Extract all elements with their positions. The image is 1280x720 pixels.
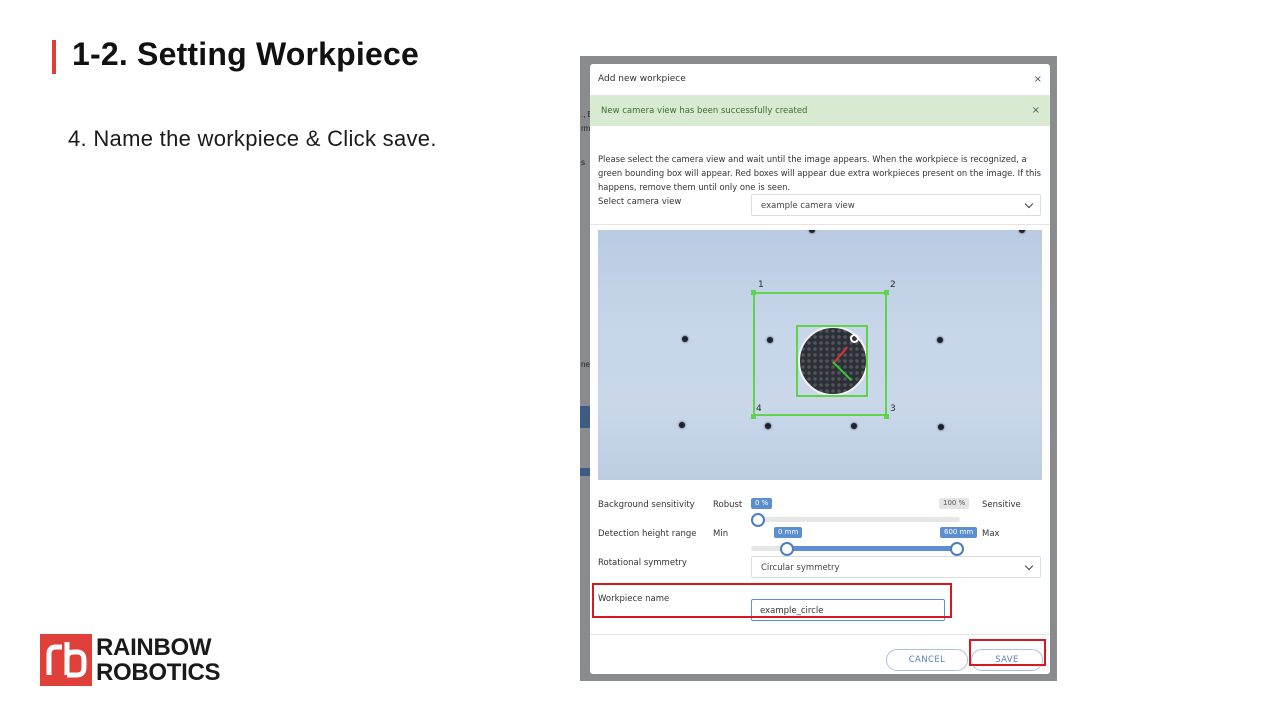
app-screenshot: ., E rm s ne Add new workpiece × New cam… — [580, 56, 1057, 681]
rotational-symmetry-value: Circular symmetry — [761, 563, 840, 573]
sensitive-label: Sensitive — [982, 500, 1021, 510]
corner-label: 4 — [756, 404, 762, 414]
corner-handle[interactable] — [884, 414, 889, 419]
orientation-marker-icon — [850, 334, 859, 343]
instruction-text: 4. Name the workpiece & Click save. — [68, 126, 437, 151]
plate-hole — [851, 423, 857, 429]
height-min-chip: 0 mm — [774, 527, 803, 538]
camera-view-label: Select camera view — [598, 197, 682, 207]
corner-handle[interactable] — [884, 290, 889, 295]
logo-word-robotics: ROBOTICS — [96, 659, 221, 686]
sensitivity-slider-thumb[interactable] — [751, 513, 765, 527]
alert-close-icon[interactable]: × — [1032, 105, 1040, 116]
plate-hole — [679, 422, 685, 428]
background-blue-strip — [580, 406, 590, 428]
rotational-symmetry-select[interactable]: Circular symmetry — [751, 556, 1041, 578]
background-text-fragment: rm — [581, 124, 591, 133]
sensitivity-value-chip: 0 % — [751, 498, 773, 509]
min-label: Min — [713, 529, 729, 539]
corner-label: 3 — [890, 404, 896, 414]
background-text-fragment: s — [581, 158, 585, 167]
height-max-thumb[interactable] — [950, 542, 964, 556]
divider — [590, 224, 1050, 225]
corner-handle[interactable] — [751, 290, 756, 295]
plate-hole — [682, 336, 688, 342]
corner-label: 1 — [758, 280, 764, 290]
dialog-close-icon[interactable]: × — [1034, 74, 1042, 85]
corner-label: 2 — [890, 280, 896, 290]
instructions-paragraph: Please select the camera view and wait u… — [598, 154, 1041, 192]
cancel-button[interactable]: CANCEL — [886, 649, 968, 671]
height-slider-range — [787, 546, 957, 551]
plate-hole — [809, 230, 815, 233]
robust-label: Robust — [713, 500, 743, 510]
camera-view-select[interactable]: example camera view — [751, 194, 1041, 216]
sensitivity-max-chip: 100 % — [939, 498, 970, 509]
height-max-chip: 600 mm — [940, 527, 978, 538]
camera-view-value: example camera view — [761, 201, 855, 211]
logo-word-rainbow: RAINBOW — [96, 634, 212, 661]
dialog-title: Add new workpiece — [598, 74, 686, 84]
rb-logo-icon — [40, 634, 92, 686]
chevron-down-icon — [1024, 199, 1034, 209]
plate-hole — [1019, 230, 1025, 233]
title-accent-bar — [52, 40, 56, 74]
divider — [590, 634, 1050, 635]
background-blue-strip-2 — [580, 468, 590, 476]
rotational-symmetry-label: Rotational symmetry — [598, 558, 687, 568]
plate-hole — [938, 424, 944, 430]
alert-message: New camera view has been successfully cr… — [601, 106, 808, 116]
background-sensitivity-label: Background sensitivity — [598, 500, 695, 510]
camera-image: 1 2 3 4 — [598, 230, 1042, 480]
add-workpiece-dialog: Add new workpiece × New camera view has … — [590, 64, 1050, 674]
corner-handle[interactable] — [751, 414, 756, 419]
name-highlight-box — [592, 583, 952, 618]
sensitivity-slider-track[interactable] — [756, 517, 960, 522]
height-min-thumb[interactable] — [780, 542, 794, 556]
success-alert: New camera view has been successfully cr… — [590, 96, 1050, 126]
chevron-down-icon — [1024, 561, 1034, 571]
slide-title: 1-2. Setting Workpiece — [72, 36, 420, 72]
plate-hole — [937, 337, 943, 343]
plate-hole — [765, 423, 771, 429]
max-label: Max — [982, 529, 1000, 539]
save-highlight-box — [969, 639, 1046, 666]
background-text-fragment: ne — [581, 360, 590, 369]
rainbow-robotics-logo: RAINBOW ROBOTICS — [40, 634, 221, 686]
detection-height-label: Detection height range — [598, 529, 697, 539]
